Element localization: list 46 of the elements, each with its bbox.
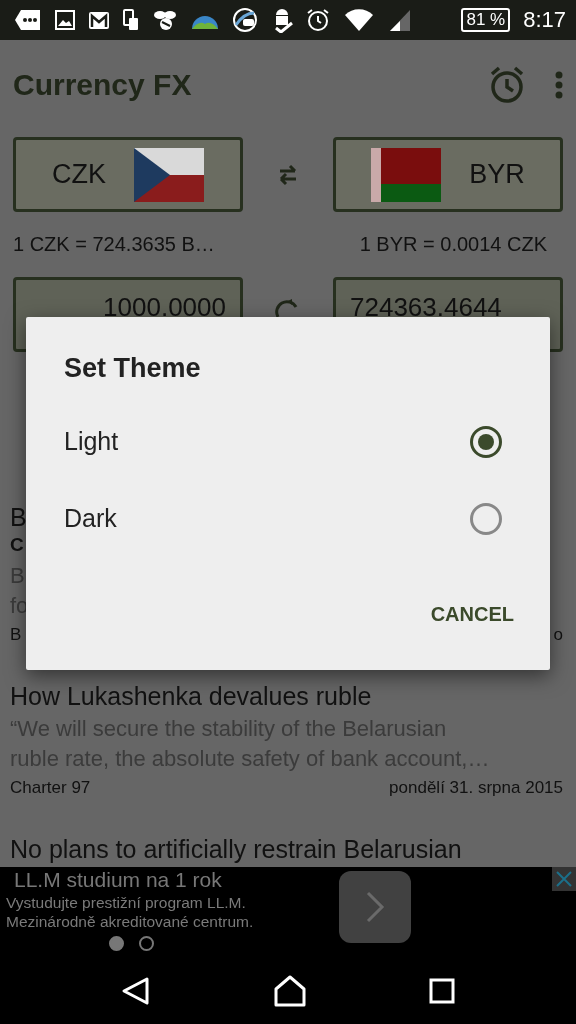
phone-card-icon (123, 9, 139, 31)
news-date: o (553, 624, 563, 646)
ad-text: Vystudujte prestižní program LL.M. Mezinárodně akreditované centrum. (6, 893, 254, 931)
signal-icon (388, 8, 412, 32)
image-icon (55, 10, 75, 30)
mail-icon (88, 10, 110, 30)
app-title: Currency FX (13, 68, 193, 102)
back-button[interactable] (121, 976, 152, 1006)
flag-icon (371, 147, 442, 202)
chat-icon (14, 9, 42, 31)
flag-icon (134, 147, 204, 202)
alarm-icon[interactable] (489, 66, 525, 104)
theme-option[interactable]: Dark (64, 480, 512, 557)
news-title[interactable]: How Lukashenka devalues ruble (10, 681, 372, 711)
battery-indicator: 81 % (461, 8, 511, 32)
logo-icon (232, 7, 258, 33)
currency-button[interactable]: CZK (13, 137, 243, 212)
chevron-icon (365, 891, 385, 923)
news-subtitle: C (10, 533, 24, 557)
news-source: Charter 97 (10, 777, 91, 799)
cancel-button[interactable]: CANCEL (430, 597, 514, 632)
close-icon (555, 870, 573, 888)
exchange-rate: 1 CZK = 724.3635 B… (13, 233, 215, 256)
close-button[interactable] (552, 867, 576, 891)
news-title[interactable]: No plans to artificially restrain Belarusian (10, 834, 462, 864)
recents-icon (428, 978, 455, 1004)
theme-option[interactable]: Light (64, 403, 512, 480)
dialog-title: Set Theme (64, 352, 202, 385)
bee-icon (152, 9, 178, 31)
recents-button[interactable] (428, 978, 455, 1004)
more-icon[interactable] (555, 71, 563, 99)
back-icon (121, 976, 152, 1006)
radio-button[interactable] (470, 425, 502, 458)
clock: 8:17 (523, 7, 566, 33)
radio-button[interactable] (470, 502, 502, 535)
news-date: pondělí 31. srpna 2015 (389, 777, 563, 799)
currency-button[interactable]: BYR (333, 137, 563, 212)
exchange-rate: 1 BYR = 0.0014 CZK (359, 233, 547, 256)
alarm-icon (306, 8, 330, 32)
ad-title[interactable]: LL.M studium na 1 rok (6, 867, 222, 893)
news-source: B (10, 624, 22, 646)
wifi-icon (343, 7, 375, 33)
ad-next-button[interactable] (339, 871, 411, 943)
home-icon (274, 975, 306, 1007)
home-button[interactable] (274, 975, 306, 1007)
news-title[interactable]: B (10, 502, 27, 532)
